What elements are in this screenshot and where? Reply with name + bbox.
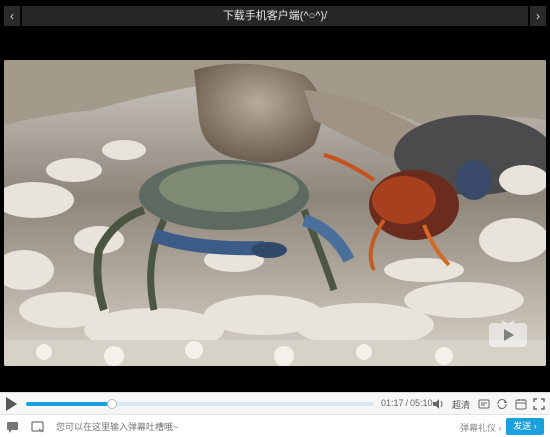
progress-bar[interactable] bbox=[26, 399, 374, 409]
danmaku-settings-icon[interactable] bbox=[515, 398, 527, 410]
play-icon[interactable] bbox=[6, 397, 17, 411]
progress-handle[interactable] bbox=[107, 399, 118, 409]
send-button[interactable]: 发送 › bbox=[506, 418, 544, 435]
video-frame bbox=[4, 60, 546, 366]
time-display: 01:17/05:10 bbox=[381, 398, 433, 408]
video-frame-image bbox=[4, 60, 546, 366]
chevron-left-icon: ‹ bbox=[10, 9, 14, 23]
download-banner: ‹ 下载手机客户端(^○^)/ › bbox=[0, 0, 550, 32]
current-time: 01:17 bbox=[381, 398, 404, 408]
banner-prev-button[interactable]: ‹ bbox=[4, 6, 20, 26]
loop-icon[interactable] bbox=[496, 398, 508, 410]
video-viewport[interactable] bbox=[0, 32, 550, 392]
danmaku-toggle-icon[interactable] bbox=[478, 398, 490, 410]
danmaku-input[interactable] bbox=[56, 418, 436, 435]
banner-next-button[interactable]: › bbox=[530, 6, 546, 26]
quality-selector[interactable]: 超清 bbox=[452, 398, 470, 411]
total-time: 05:10 bbox=[410, 398, 433, 408]
video-player-page: ‹ 下载手机客户端(^○^)/ › 01:17 / 05:10 超清 您可以在这… bbox=[0, 0, 550, 437]
video-logo-icon bbox=[489, 320, 527, 347]
danmaku-screen-icon[interactable] bbox=[31, 420, 45, 433]
time-separator: / bbox=[405, 398, 409, 408]
volume-icon[interactable] bbox=[432, 398, 444, 410]
progress-fill bbox=[26, 402, 113, 406]
chevron-right-icon: › bbox=[536, 9, 540, 23]
danmaku-etiquette-link[interactable]: 弹幕礼仪 › bbox=[460, 421, 502, 434]
player-controls: 01:17/05:10 超清 bbox=[0, 392, 550, 414]
danmaku-chat-icon[interactable] bbox=[6, 420, 20, 433]
fullscreen-icon[interactable] bbox=[533, 398, 545, 410]
danmaku-bar: 弹幕礼仪 › 发送 › bbox=[0, 414, 550, 437]
banner-title[interactable]: 下载手机客户端(^○^)/ bbox=[22, 6, 528, 26]
